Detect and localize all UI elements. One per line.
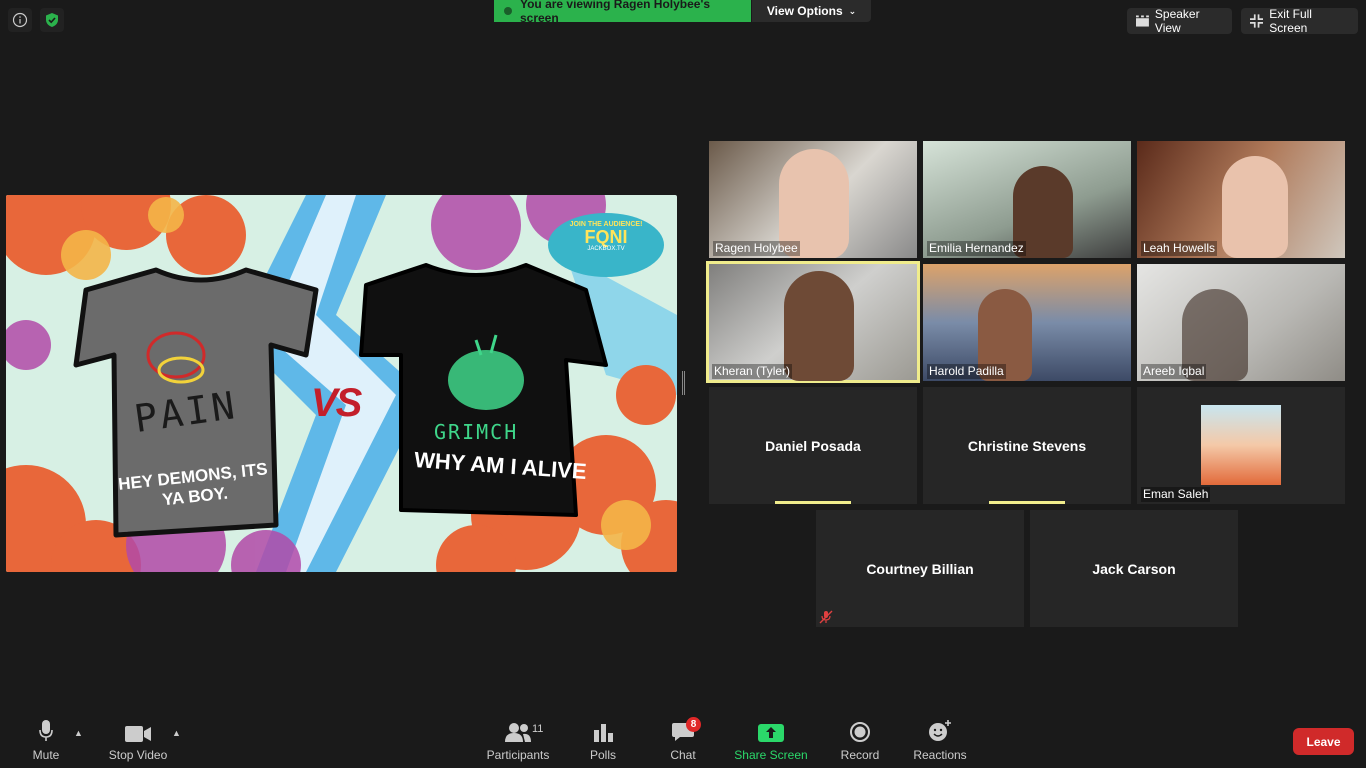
- status-dot-icon: [504, 7, 512, 15]
- microphone-muted-icon: [819, 610, 833, 624]
- shared-screen-view[interactable]: PAIN HEY DEMONS, ITS YA BOY. VS GRIMCH W…: [6, 195, 677, 572]
- record-button[interactable]: Record: [840, 712, 880, 768]
- participant-name: Jack Carson: [1092, 560, 1176, 577]
- participants-label: Participants: [486, 748, 550, 762]
- mute-button[interactable]: Mute: [28, 712, 64, 768]
- mute-label: Mute: [32, 748, 60, 762]
- avatar: [1201, 405, 1281, 485]
- chat-label: Chat: [670, 748, 696, 762]
- participant-tile[interactable]: Daniel Posada: [709, 387, 917, 504]
- reactions-label: Reactions: [913, 748, 967, 762]
- shield-check-icon: [46, 13, 58, 27]
- info-icon: [12, 12, 28, 28]
- stop-video-button[interactable]: Stop Video: [104, 712, 172, 768]
- viewing-screen-banner: You are viewing Ragen Holybee's screen: [494, 0, 751, 25]
- exit-fullscreen-icon: [1250, 14, 1264, 28]
- participant-video: [1222, 156, 1288, 258]
- video-camera-icon: [125, 726, 151, 742]
- speaker-view-button[interactable]: Speaker View: [1127, 7, 1232, 35]
- polls-button[interactable]: Polls: [584, 712, 622, 768]
- record-label: Record: [840, 748, 880, 762]
- chat-unread-badge: 8: [686, 717, 701, 732]
- participant-name: Emilia Hernandez: [927, 241, 1026, 256]
- leave-meeting-button[interactable]: Leave: [1293, 728, 1354, 755]
- exit-full-screen-label: Exit Full Screen: [1269, 7, 1312, 35]
- participant-tile[interactable]: Jack Carson: [1030, 510, 1238, 627]
- meeting-info-button[interactable]: [8, 8, 32, 32]
- viewing-screen-text: You are viewing Ragen Holybee's screen: [519, 0, 710, 25]
- participant-tile[interactable]: Emilia Hernandez: [923, 141, 1131, 258]
- leave-label: Leave: [1306, 734, 1341, 749]
- share-screen-button[interactable]: Share Screen: [734, 712, 808, 768]
- view-options-dropdown[interactable]: View Options ⌄: [752, 0, 871, 22]
- emoji-smile-icon: [929, 720, 951, 741]
- participant-name: Kheran (Tyler): [712, 364, 793, 379]
- video-options-caret-icon[interactable]: ▲: [172, 728, 181, 738]
- polls-icon: [594, 724, 613, 742]
- split-view-divider[interactable]: [682, 371, 685, 395]
- participants-icon: [505, 723, 531, 742]
- participant-tile[interactable]: Harold Padilla: [923, 264, 1131, 381]
- reactions-button[interactable]: Reactions: [912, 712, 968, 768]
- participant-name: Leah Howells: [1141, 241, 1218, 256]
- right-shirt-top-text: GRIMCH: [434, 420, 519, 444]
- participant-name: Daniel Posada: [765, 437, 861, 454]
- participant-name: Christine Stevens: [967, 437, 1087, 454]
- jackbox-logo-line2: FQNI: [584, 227, 628, 247]
- speaking-indicator: [989, 501, 1065, 504]
- participant-tile-active-speaker[interactable]: Kheran (Tyler): [706, 261, 920, 383]
- microphone-icon: [39, 720, 53, 741]
- participant-name: Courtney Billian: [866, 560, 974, 577]
- share-screen-icon: [758, 724, 784, 742]
- participant-tile[interactable]: Leah Howells: [1137, 141, 1345, 258]
- meeting-toolbar: Mute ▲ Stop Video ▲ Participants 11 Poll…: [0, 712, 1366, 768]
- participants-button[interactable]: Participants: [484, 712, 552, 768]
- participant-video: [784, 271, 854, 381]
- security-status-button[interactable]: [40, 8, 64, 32]
- chevron-down-icon: ⌄: [848, 5, 857, 16]
- participant-name: Harold Padilla: [927, 364, 1006, 379]
- share-screen-label: Share Screen: [734, 748, 808, 762]
- polls-label: Polls: [589, 748, 616, 762]
- participant-name: Areeb Iqbal: [1141, 364, 1207, 379]
- audio-options-caret-icon[interactable]: ▲: [74, 728, 83, 738]
- jackbox-logo-line3: JACKBOX.TV: [587, 246, 625, 252]
- participant-tile[interactable]: Courtney Billian: [816, 510, 1024, 627]
- speaking-indicator: [775, 501, 851, 504]
- participant-tile[interactable]: Areeb Iqbal: [1137, 264, 1345, 381]
- speaker-view-label: Speaker View: [1154, 7, 1200, 35]
- participant-name: Ragen Holybee: [713, 241, 800, 256]
- record-icon: [850, 722, 870, 742]
- exit-full-screen-button[interactable]: Exit Full Screen: [1241, 7, 1358, 35]
- participants-count: 11: [532, 723, 544, 735]
- stop-video-label: Stop Video: [108, 748, 168, 762]
- jackbox-logo: JOIN THE AUDIENCE! FQNI JACKBOX.TV: [561, 221, 651, 252]
- participant-name: Eman Saleh: [1141, 487, 1211, 502]
- participant-tile[interactable]: Eman Saleh: [1137, 387, 1345, 504]
- participant-tile[interactable]: Christine Stevens: [923, 387, 1131, 504]
- speaker-view-icon: [1136, 15, 1149, 27]
- participant-tile[interactable]: Ragen Holybee: [709, 141, 917, 258]
- view-options-label: View Options: [766, 4, 843, 18]
- vs-text: VS: [311, 381, 362, 425]
